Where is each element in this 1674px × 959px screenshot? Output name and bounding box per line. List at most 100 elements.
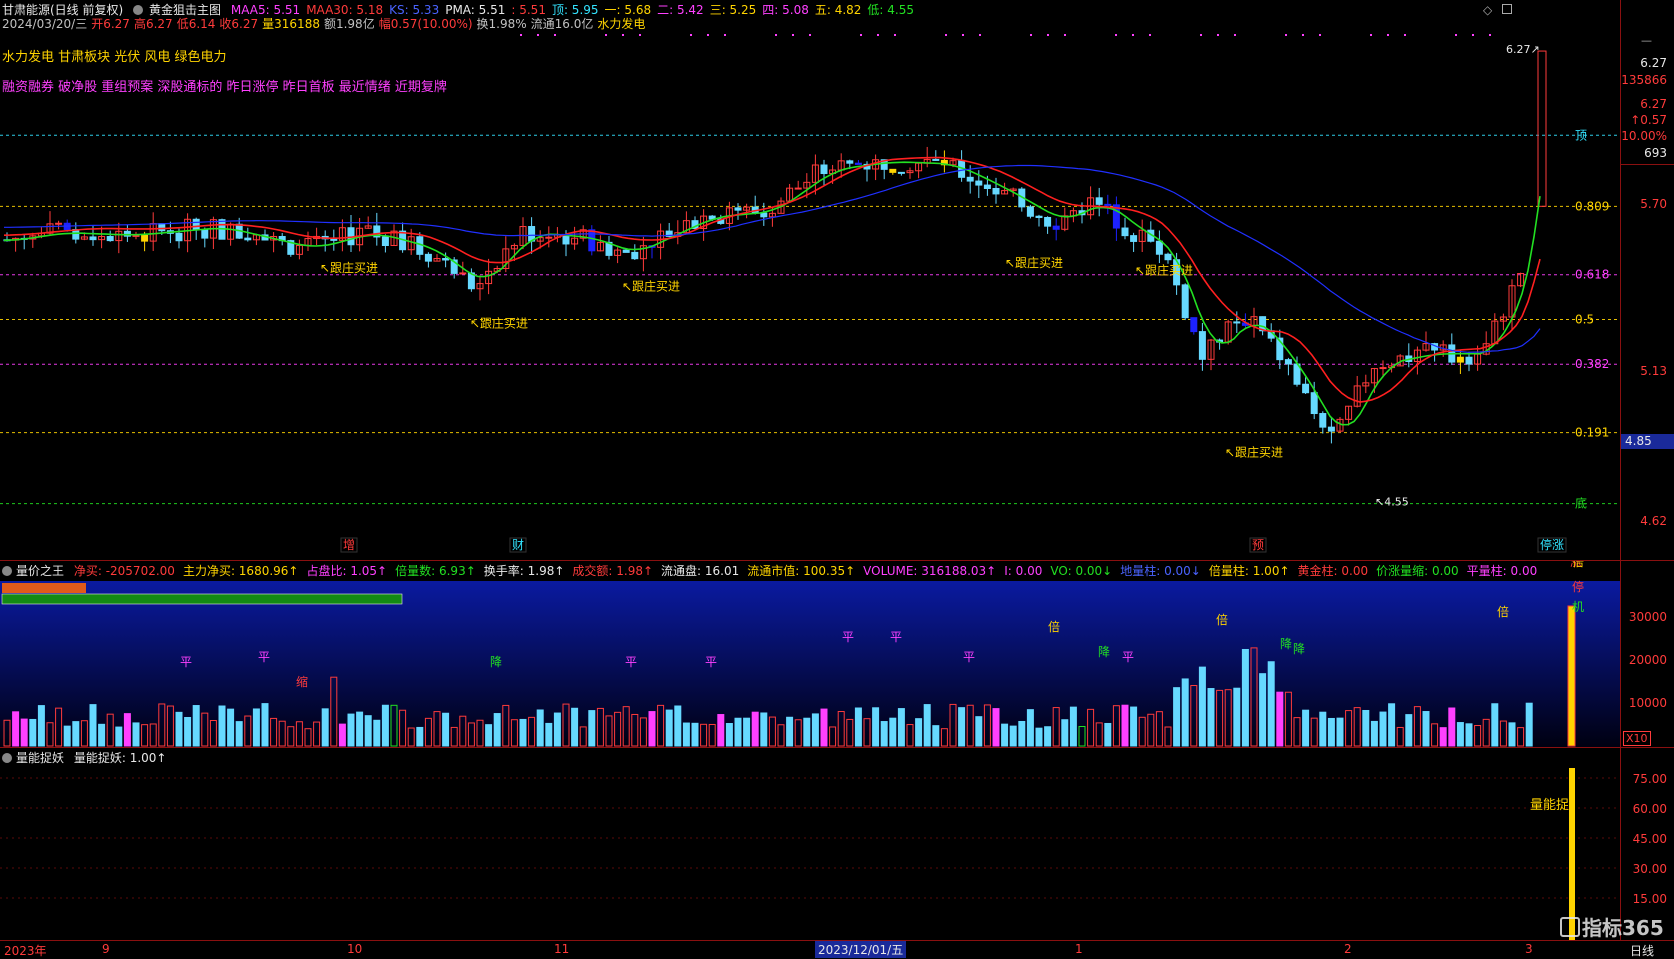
candle-body (1310, 392, 1318, 415)
candle-body (381, 236, 389, 247)
candle-body (132, 234, 140, 237)
volume-bar (553, 712, 561, 747)
volume-bar (485, 724, 493, 747)
energy-dropdown-icon[interactable] (2, 753, 12, 763)
volume-bar (89, 704, 97, 747)
volume-bar (588, 710, 596, 747)
energy-value: 量能捉妖: 1.00↑ (73, 751, 167, 765)
vol-stat-11: 地量柱: 0.00↓ (1120, 564, 1201, 578)
candle-body (1052, 225, 1060, 230)
volume-bar-label: 平 (890, 630, 902, 644)
vol-stat-8: VOLUME: 316188.03↑ (863, 564, 997, 578)
volume-bar (571, 707, 579, 747)
signal-dot (1047, 34, 1049, 36)
volume-bar (958, 707, 966, 747)
date-label-3: 3 (1525, 942, 1533, 956)
period-label[interactable]: 日线 (1630, 942, 1654, 959)
fib-level-label: 0.618 (1575, 268, 1609, 282)
maximize-icon[interactable] (1502, 4, 1513, 14)
buy-signal-label: ↖跟庄买进 (320, 260, 378, 275)
volume-axis: 30000 20000 10000 X10 (1620, 560, 1674, 748)
volume-bar (674, 705, 682, 747)
main-chart[interactable]: 顶 0.809 0.618 0.5 0.382 0.191 底 ↖跟庄买进 ↖跟庄买进 ↖跟庄买进… (0, 30, 1620, 560)
quote-field-4: 收6.27 (219, 17, 259, 31)
candle-body (932, 158, 940, 161)
signal-dot (1217, 34, 1219, 36)
window-controls: ◇ (1483, 3, 1513, 17)
candle-body (141, 234, 149, 242)
volume-bar (1508, 722, 1516, 747)
vol-tick-30000: 30000 (1628, 610, 1667, 624)
fib-level-label: 0.191 (1575, 426, 1609, 440)
volume-bar (416, 726, 424, 747)
volume-bar (175, 711, 183, 747)
candle-body (1190, 317, 1198, 333)
volume-bar (1276, 691, 1284, 747)
volume-bar-label: 倍 (1216, 612, 1228, 627)
candle-body (158, 223, 166, 232)
indicator-dropdown-icon[interactable] (133, 5, 144, 15)
candle-body (1198, 331, 1206, 360)
en-tick-30: 30.00 (1632, 862, 1667, 876)
ma-value-2: KS: 5.33 (389, 3, 440, 17)
stock-title[interactable]: 甘肃能源(日线 前复权) (2, 3, 123, 17)
volume-bar (760, 712, 768, 747)
candle-body (1155, 240, 1163, 255)
candle-body (1044, 216, 1052, 227)
signal-dot (1285, 34, 1287, 36)
signal-dot (639, 34, 641, 36)
energy-header: 量能捉妖 量能捉妖: 1.00↑ (2, 750, 166, 766)
volume-bar (1061, 719, 1069, 747)
vol-multiplier: X10 (1623, 731, 1651, 746)
axis-tick-513: 5.13 (1640, 364, 1667, 378)
volume-bar-label: 机 (1572, 600, 1584, 614)
volume-bar-label: 倍 (1048, 619, 1060, 634)
volume-bar (338, 723, 346, 747)
buy-signal-label: ↖跟庄买进 (1005, 255, 1063, 270)
volume-bar (992, 708, 1000, 747)
diamond-icon[interactable]: ◇ (1483, 3, 1492, 17)
volume-bar (20, 718, 28, 747)
energy-panel[interactable]: 量能捉妖 量能捉妖: 1.00↑ 量能捉 (0, 747, 1620, 943)
date-cursor-label: 2023/12/01/五 (815, 941, 907, 958)
volume-bar (545, 722, 553, 747)
ma-value-6: 一: 5.68 (604, 3, 652, 17)
date-label-9: 9 (102, 942, 110, 956)
vol-stat-2: 占盘比: 1.05↑ (306, 564, 388, 578)
volume-panel[interactable]: 平平缩降平平平平平倍降平倍降降倍涨停倍机 量价之王 净买: -205702.00… (0, 560, 1620, 748)
high-marker: 6.27↗ (1506, 43, 1540, 56)
date-label-10: 10 (347, 942, 363, 956)
low-marker: ↖4.55 (1375, 496, 1409, 509)
signal-dot (1370, 34, 1372, 36)
candle-body (622, 249, 630, 253)
volume-bar (682, 722, 690, 747)
volume-bar (691, 722, 699, 747)
volume-title[interactable]: 量价之王 (16, 564, 64, 578)
signal-dot (1200, 34, 1202, 36)
energy-title[interactable]: 量能捉妖 (16, 751, 64, 765)
maa30-line (3, 156, 1541, 403)
signal-dot (775, 34, 777, 36)
volume-bar (347, 713, 355, 747)
vol-stat-0: 净买: -205702.00 (73, 564, 175, 578)
candle-body (1164, 253, 1172, 261)
volume-bar (811, 713, 819, 747)
vol-stat-12: 倍量柱: 1.00↑ (1208, 564, 1290, 578)
volume-bar (1026, 709, 1034, 747)
volume-bar-label: 平 (625, 655, 637, 669)
volume-bar (184, 716, 192, 747)
axis-price2: 6.27 (1640, 97, 1667, 111)
indicator-name[interactable]: 黄金狙击主图 (149, 3, 221, 17)
volume-bar (734, 717, 742, 747)
volume-bar (1259, 673, 1267, 747)
volume-bar (1267, 661, 1275, 747)
vol-stat-5: 成交额: 1.98↑ (572, 564, 654, 578)
candle-body (846, 160, 854, 164)
volume-bar (321, 708, 329, 747)
candle-body (975, 180, 983, 186)
vol-tick-10000: 10000 (1628, 696, 1667, 710)
candle-body (1302, 383, 1310, 394)
volume-dropdown-icon[interactable] (2, 566, 12, 576)
ks-line (4, 164, 1541, 353)
sell-ratio-bar (1, 593, 403, 605)
